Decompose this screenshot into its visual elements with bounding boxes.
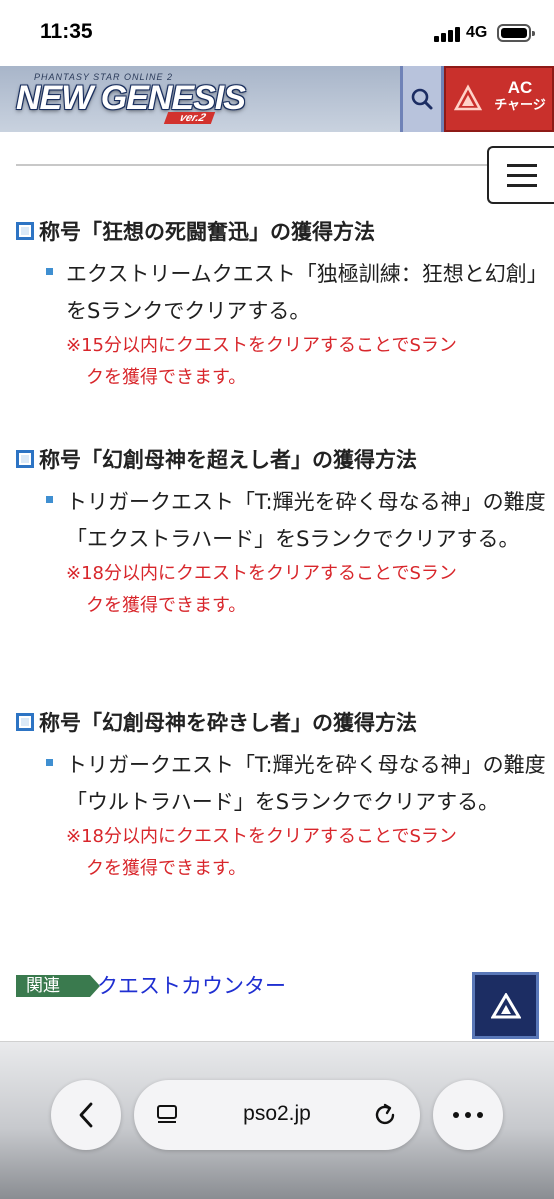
browser-more-button[interactable] bbox=[433, 1080, 503, 1150]
more-dot-icon bbox=[465, 1112, 471, 1118]
menu-bar-icon bbox=[506, 183, 537, 187]
section-body: トリガークエスト「T:輝光を砕く母なる神」の難度「ウルトラハード」をSランクでク… bbox=[66, 753, 546, 814]
network-type: 4G bbox=[466, 24, 488, 41]
chevron-left-icon bbox=[79, 1102, 93, 1128]
ac-charge-label: AC チャージ bbox=[494, 78, 546, 112]
more-dot-icon bbox=[453, 1112, 459, 1118]
menu-bar-icon bbox=[506, 163, 537, 167]
list-item: トリガークエスト「T:輝光を砕く母なる神」の難度「ウルトラハード」をSランクでク… bbox=[46, 747, 546, 885]
more-dot-icon bbox=[477, 1112, 483, 1118]
divider bbox=[16, 164, 554, 166]
section-heading: 称号「幻創母神を砕きし者」の獲得方法 bbox=[16, 707, 417, 737]
bullet-icon bbox=[46, 268, 53, 275]
signal-icon bbox=[434, 26, 462, 42]
section-note: ※18分以内にクエストをクリアすることでSラン クを獲得できます。 bbox=[66, 826, 457, 879]
browser-back-button[interactable] bbox=[51, 1080, 121, 1150]
bullet-icon bbox=[46, 759, 53, 766]
reload-icon[interactable] bbox=[372, 1102, 398, 1128]
status-bar: 11:35 4G bbox=[0, 0, 554, 66]
battery-icon bbox=[497, 24, 535, 42]
section-body: トリガークエスト「T:輝光を砕く母なる神」の難度「エクストラハード」をSランクで… bbox=[66, 490, 546, 551]
scroll-to-top-button[interactable] bbox=[472, 972, 539, 1039]
square-bullet-icon bbox=[16, 713, 34, 731]
menu-bar-icon bbox=[506, 173, 537, 177]
site-logo[interactable]: PHANTASY STAR ONLINE 2 NEW GENESIS ver.2 bbox=[16, 72, 266, 128]
search-button[interactable] bbox=[400, 66, 444, 132]
section-body: エクストリームクエスト「独極訓練：狂想と幻創」をSランクでクリアする。 bbox=[66, 262, 538, 323]
status-time: 11:35 bbox=[40, 20, 93, 43]
list-item: エクストリームクエスト「独極訓練：狂想と幻創」をSランクでクリアする。 ※15分… bbox=[46, 256, 546, 394]
square-bullet-icon bbox=[16, 222, 34, 240]
list-item: トリガークエスト「T:輝光を砕く母なる神」の難度「エクストラハード」をSランクで… bbox=[46, 484, 546, 622]
triangle-up-icon bbox=[490, 992, 521, 1018]
browser-address-bar[interactable]: pso2.jp bbox=[134, 1080, 420, 1150]
ac-triangle-icon bbox=[454, 84, 482, 111]
logo-version: ver.2 bbox=[163, 112, 216, 124]
section-note: ※18分以内にクエストをクリアすることでSラン クを獲得できます。 bbox=[66, 563, 457, 616]
section-note: ※15分以内にクエストをクリアすることでSラン クを獲得できます。 bbox=[66, 335, 457, 388]
square-bullet-icon bbox=[16, 450, 34, 468]
site-header: PHANTASY STAR ONLINE 2 NEW GENESIS ver.2… bbox=[0, 66, 554, 132]
related-label: 関連 bbox=[16, 975, 90, 997]
section-heading: 称号「幻創母神を超えし者」の獲得方法 bbox=[16, 444, 417, 474]
ac-charge-button[interactable]: AC チャージ bbox=[444, 66, 554, 132]
hamburger-menu-button[interactable] bbox=[487, 146, 554, 204]
section-heading: 称号「狂想の死闘奮迅」の獲得方法 bbox=[16, 216, 375, 246]
search-icon bbox=[411, 88, 433, 110]
bullet-icon bbox=[46, 496, 53, 503]
related-link-quest-counter[interactable]: クエストカウンター bbox=[97, 970, 286, 1000]
